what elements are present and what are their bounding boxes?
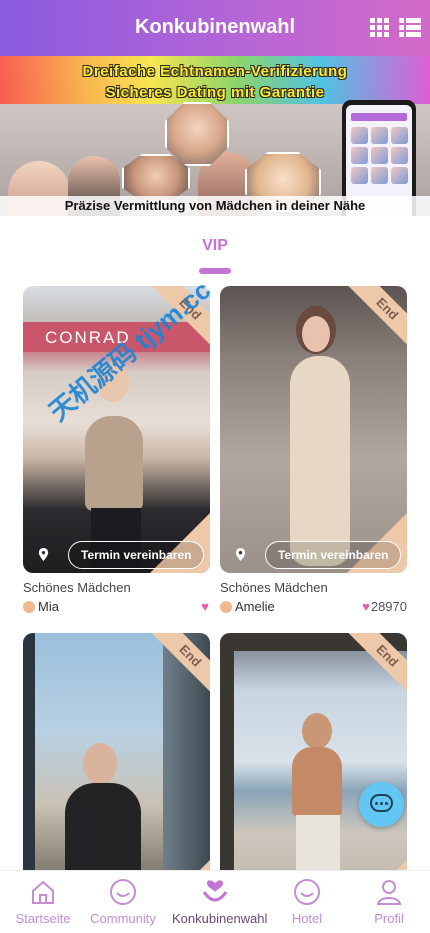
likes-count: 28970: [370, 599, 407, 614]
user-icon: [376, 880, 402, 905]
banner-caption: Präzise Vermittlung von Mädchen in deine…: [0, 196, 430, 216]
grid-icon[interactable]: [370, 18, 390, 38]
girl-name: Mia: [38, 599, 59, 614]
heart-icon: ♥: [362, 599, 370, 614]
profile-photo: End Termin vereinbaren: [220, 286, 407, 573]
nav-label: Konkubinenwahl: [172, 911, 268, 926]
nav-label: Community: [90, 911, 156, 926]
card-title: Schönes Mädchen: [220, 580, 328, 595]
banner-subheadline: Sicheres Dating mit Garantie: [105, 84, 325, 101]
smiley-icon: [294, 879, 320, 905]
nav-konkubinenwahl[interactable]: Konkubinenwahl: [172, 871, 268, 933]
likes[interactable]: ♥28970: [362, 599, 407, 614]
avatar: [220, 601, 232, 613]
book-appointment-button[interactable]: Termin vereinbaren: [68, 541, 205, 569]
heart-hand-icon: [202, 880, 228, 902]
home-icon: [32, 880, 54, 904]
tab-vip[interactable]: VIP: [0, 237, 430, 255]
nav-label: Profil: [374, 911, 404, 926]
tab-active-indicator: [199, 268, 231, 274]
chat-bubble-icon: [370, 794, 393, 812]
smiley-icon: [110, 879, 136, 905]
location-pin-icon: [235, 548, 246, 561]
bottom-nav: Startseite Community Konkubinenwahl Hote…: [0, 870, 430, 933]
avatar: [23, 601, 35, 613]
chat-button[interactable]: [359, 782, 404, 827]
end-ribbon: End: [343, 286, 407, 353]
banner-headline: Dreifache Echtnamen-Verifizierung: [82, 63, 348, 80]
nav-label: Startseite: [15, 911, 71, 926]
book-appointment-button[interactable]: Termin vereinbaren: [265, 541, 402, 569]
nav-hotel[interactable]: Hotel: [264, 871, 350, 933]
girl-name: Amelie: [235, 599, 275, 614]
banner-profile-photo: [165, 102, 229, 166]
likes[interactable]: ♥: [201, 599, 210, 614]
list-icon[interactable]: [399, 18, 421, 38]
card-title: Schönes Mädchen: [23, 580, 131, 595]
app-header: Konkubinenwahl: [0, 0, 430, 56]
page-title: Konkubinenwahl: [135, 16, 295, 38]
nav-startseite[interactable]: Startseite: [0, 871, 86, 933]
nav-profil[interactable]: Profil: [346, 871, 430, 933]
location-pin-icon: [38, 548, 49, 561]
nav-label: Hotel: [291, 911, 323, 926]
nav-community[interactable]: Community: [80, 871, 166, 933]
heart-icon: ♥: [201, 599, 209, 614]
promo-banner[interactable]: Dreifache Echtnamen-Verifizierung Sicher…: [0, 56, 430, 216]
